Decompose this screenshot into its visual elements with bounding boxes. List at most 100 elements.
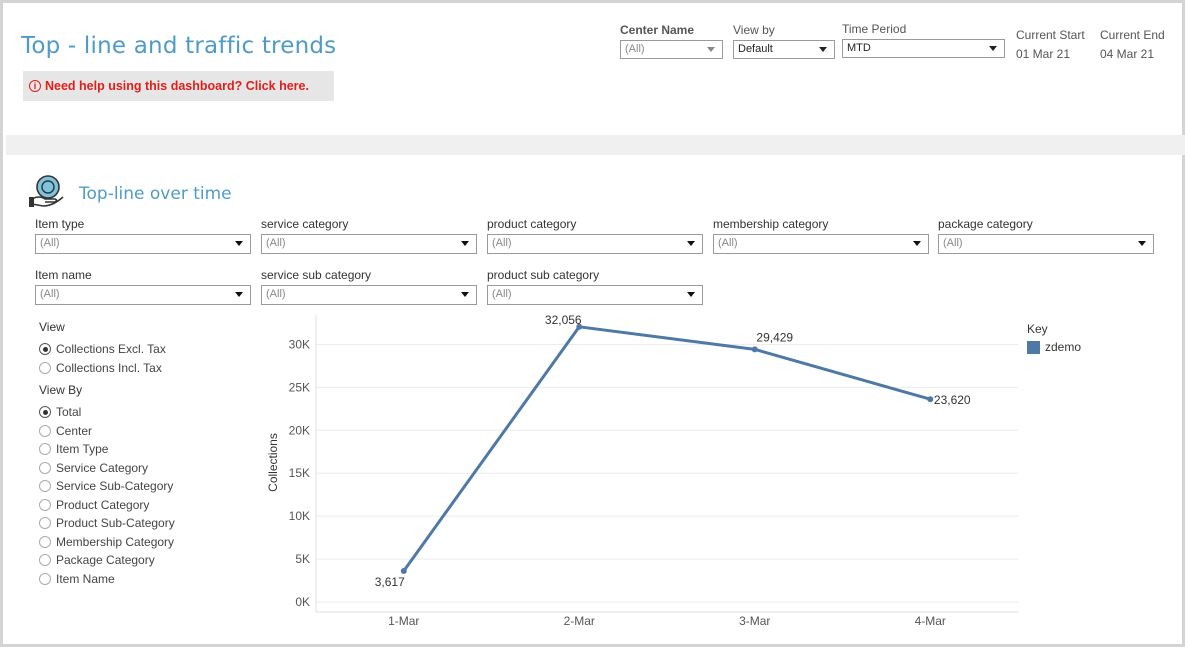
chevron-down-icon <box>989 46 997 51</box>
membership-category-label: membership category <box>713 217 829 231</box>
radio-empty-icon <box>39 443 51 456</box>
data-point <box>400 567 407 574</box>
current-start-label: Current Start <box>1016 28 1085 42</box>
radio-label: Collections Excl. Tax <box>56 342 166 357</box>
current-end: Current End 04 Mar 21 <box>1100 28 1165 61</box>
service-sub-category-dropdown[interactable]: (All) <box>261 285 477 305</box>
view-radio-group: View Collections Excl. Tax Collections I… <box>39 320 166 377</box>
item-name-dropdown[interactable]: (All) <box>35 285 251 305</box>
view-by-label: View by <box>733 23 775 37</box>
chevron-down-icon <box>707 47 715 52</box>
data-point <box>751 346 758 353</box>
package-category-label: package category <box>938 217 1033 231</box>
chevron-down-icon <box>819 47 827 52</box>
current-start-value: 01 Mar 21 <box>1016 47 1071 61</box>
radio-label: Product Sub-Category <box>56 516 175 531</box>
y-tick-label: 30K <box>289 337 310 351</box>
radio-selected-icon <box>39 406 51 419</box>
x-tick-label: 1-Mar <box>388 614 419 628</box>
view-by-option-service-sub-category[interactable]: Service Sub-Category <box>39 477 175 496</box>
radio-empty-icon <box>39 461 51 474</box>
service-category-filter: service category (All) <box>261 217 477 254</box>
chevron-down-icon <box>687 292 695 297</box>
view-by-option-service-category[interactable]: Service Category <box>39 459 175 478</box>
service-category-dropdown[interactable]: (All) <box>261 234 477 254</box>
item-type-value: (All) <box>40 237 60 249</box>
section-title: Top-line over time <box>79 184 232 204</box>
data-label: 3,617 <box>375 575 405 589</box>
radio-label: Item Name <box>56 571 115 586</box>
time-period-filter: Time Period MTD <box>842 22 1005 58</box>
center-name-dropdown[interactable]: (All) <box>620 40 723 59</box>
radio-empty-icon <box>39 554 51 567</box>
x-tick-label: 3-Mar <box>739 614 770 628</box>
product-sub-category-filter: product sub category (All) <box>487 268 703 305</box>
x-tick-label: 4-Mar <box>915 614 946 628</box>
y-tick-label: 15K <box>289 466 310 480</box>
service-sub-category-label: service sub category <box>261 268 372 282</box>
legend-title: Key <box>1027 322 1048 336</box>
view-option-collections-excl-tax[interactable]: Collections Excl. Tax <box>39 340 166 359</box>
time-period-dropdown[interactable]: MTD <box>842 39 1005 58</box>
view-by-option-item-type[interactable]: Item Type <box>39 440 175 459</box>
package-category-filter: package category (All) <box>938 217 1154 254</box>
radio-empty-icon <box>39 572 51 585</box>
view-by-dropdown[interactable]: Default <box>733 40 835 59</box>
item-type-dropdown[interactable]: (All) <box>35 234 251 254</box>
dashboard-frame: Top - line and traffic trends i Need hel… <box>0 0 1185 647</box>
radio-empty-icon <box>39 480 51 493</box>
hand-coin-icon <box>29 175 64 207</box>
chart-legend: Key zdemo <box>1027 322 1081 354</box>
data-label: 32,056 <box>545 315 582 327</box>
page-title: Top - line and traffic trends <box>21 33 337 59</box>
item-type-label: Item type <box>35 217 85 231</box>
view-by-option-center[interactable]: Center <box>39 422 175 441</box>
view-radio-header: View <box>39 320 65 334</box>
center-name-filter: Center Name (All) <box>620 23 723 59</box>
view-by-value: Default <box>738 43 773 55</box>
chevron-down-icon <box>1138 241 1146 246</box>
current-start: Current Start 01 Mar 21 <box>1016 28 1085 61</box>
radio-label: Collections Incl. Tax <box>56 360 162 375</box>
legend-item-label: zdemo <box>1045 340 1082 354</box>
service-sub-category-filter: service sub category (All) <box>261 268 477 305</box>
help-link[interactable]: i Need help using this dashboard? Click … <box>23 71 334 101</box>
time-period-value: MTD <box>847 42 871 54</box>
view-option-collections-incl-tax[interactable]: Collections Incl. Tax <box>39 359 166 378</box>
chevron-down-icon <box>235 292 243 297</box>
info-icon: i <box>29 80 41 92</box>
radio-label: Service Sub-Category <box>56 479 174 494</box>
view-by-option-product-category[interactable]: Product Category <box>39 496 175 515</box>
product-category-dropdown[interactable]: (All) <box>487 234 703 254</box>
chevron-down-icon <box>461 292 469 297</box>
membership-category-dropdown[interactable]: (All) <box>713 234 929 254</box>
view-by-option-total[interactable]: Total <box>39 403 175 422</box>
y-axis-label: Collections <box>266 433 280 492</box>
service-category-label: service category <box>261 217 349 231</box>
service-sub-category-value: (All) <box>266 288 286 300</box>
view-by-option-membership-category[interactable]: Membership Category <box>39 533 175 552</box>
center-name-label: Center Name <box>620 23 695 37</box>
radio-label: Package Category <box>56 553 155 568</box>
view-by-filter: View by Default <box>733 23 835 59</box>
current-end-value: 04 Mar 21 <box>1100 47 1155 61</box>
product-category-value: (All) <box>492 237 512 249</box>
package-category-dropdown[interactable]: (All) <box>938 234 1154 254</box>
legend-item[interactable]: zdemo <box>1027 340 1081 354</box>
help-text: Need help using this dashboard? Click he… <box>45 79 309 93</box>
radio-label: Total <box>56 405 82 420</box>
radio-label: Item Type <box>56 442 109 457</box>
view-by-option-product-sub-category[interactable]: Product Sub-Category <box>39 514 175 533</box>
product-category-label: product category <box>487 217 577 231</box>
radio-label: Product Category <box>56 497 150 512</box>
chevron-down-icon <box>461 241 469 246</box>
data-point <box>927 396 934 403</box>
membership-category-value: (All) <box>718 237 738 249</box>
center-name-value: (All) <box>625 43 645 55</box>
radio-empty-icon <box>39 361 51 374</box>
radio-empty-icon <box>39 517 51 530</box>
product-sub-category-dropdown[interactable]: (All) <box>487 285 703 305</box>
view-by-option-item-name[interactable]: Item Name <box>39 570 175 589</box>
view-by-option-package-category[interactable]: Package Category <box>39 551 175 570</box>
item-type-filter: Item type (All) <box>35 217 251 254</box>
